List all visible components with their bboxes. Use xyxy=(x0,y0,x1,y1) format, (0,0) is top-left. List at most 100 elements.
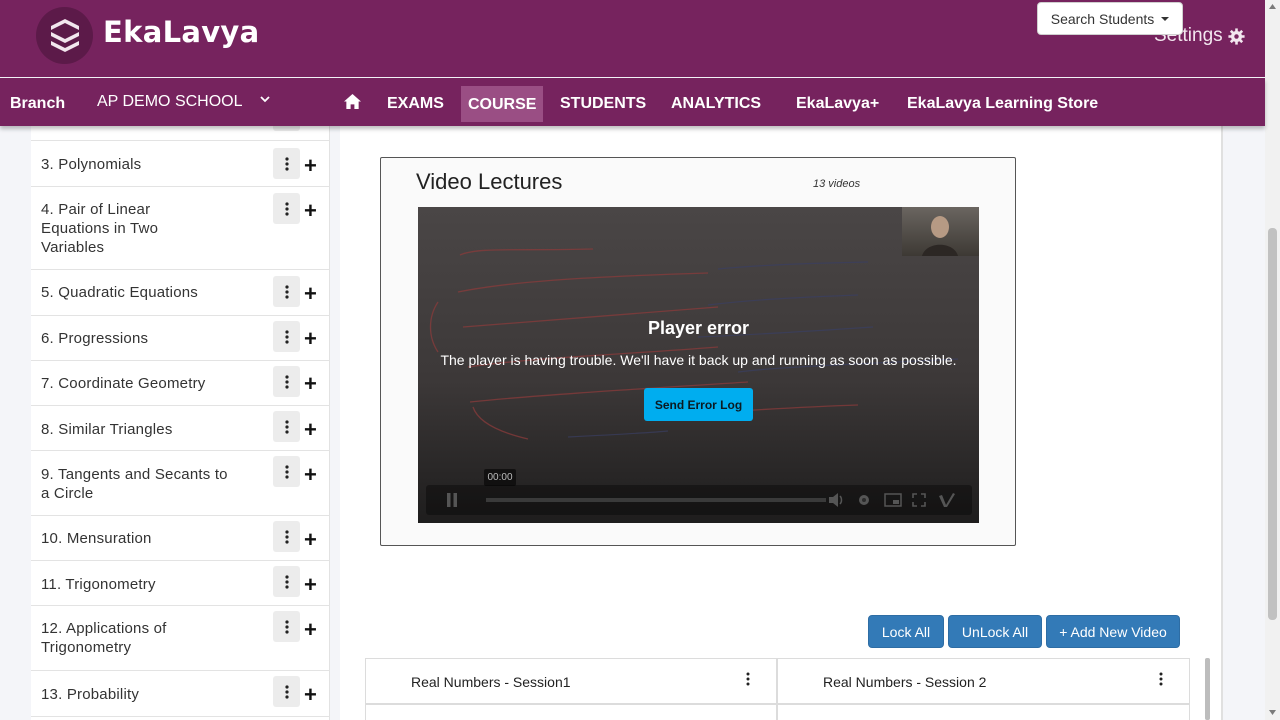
chapter-menu-button[interactable] xyxy=(273,193,300,224)
chapter-label: 11. Trigonometry xyxy=(41,576,156,593)
scroll-down-arrow-icon[interactable] xyxy=(1269,710,1276,715)
chapter-label: 5. Quadratic Equations xyxy=(41,284,198,301)
fullscreen-icon[interactable] xyxy=(912,493,926,507)
add-chapter-item-plus-icon[interactable]: + xyxy=(304,200,317,222)
top-header: EkaLavya Settings Search Students xyxy=(0,0,1265,77)
instructor-webcam-thumbnail xyxy=(902,207,979,256)
chapter-menu-button[interactable] xyxy=(273,611,300,642)
kebab-menu-icon xyxy=(284,529,289,544)
main-navbar: Branch AP DEMO SCHOOL EXAMS COURSE STUDE… xyxy=(0,78,1265,126)
progress-track[interactable] xyxy=(486,498,826,502)
chapter-row[interactable]: 11. Trigonometry + xyxy=(31,561,330,606)
chapter-label: 7. Coordinate Geometry xyxy=(41,375,206,392)
picture-in-picture-icon[interactable] xyxy=(884,493,902,507)
kebab-menu-icon xyxy=(284,684,289,699)
nav-learning-store[interactable]: EkaLavya Learning Store xyxy=(907,78,1098,126)
add-chapter-item-plus-icon[interactable]: + xyxy=(304,283,317,305)
player-controls-bar xyxy=(426,485,972,515)
player-error-title: Player error xyxy=(647,318,750,338)
lock-all-button[interactable]: Lock All xyxy=(868,615,944,648)
volume-icon[interactable] xyxy=(828,492,846,508)
chapter-row[interactable]: 5. Quadratic Equations + xyxy=(31,270,330,316)
add-chapter-item-plus-icon[interactable]: + xyxy=(304,619,317,641)
page-scrollbar[interactable] xyxy=(1265,0,1280,720)
kebab-menu-icon xyxy=(284,374,289,389)
chapter-row[interactable]: 3. Polynomials + xyxy=(31,141,330,187)
home-nav-button[interactable] xyxy=(343,93,362,113)
scrollbar-thumb[interactable] xyxy=(1268,228,1277,620)
send-error-log-button[interactable]: Send Error Log xyxy=(644,388,753,421)
add-chapter-item-plus-icon[interactable]: + xyxy=(304,684,317,706)
video-lectures-title: Video Lectures xyxy=(416,169,563,194)
nav-course[interactable]: COURSE xyxy=(461,86,544,122)
add-chapter-item-plus-icon[interactable]: + xyxy=(304,574,317,596)
nav-students[interactable]: STUDENTS xyxy=(560,78,646,126)
nav-ekalavya-plus[interactable]: EkaLavya+ xyxy=(796,78,879,126)
chapter-menu-button[interactable] xyxy=(273,276,300,307)
chapter-row[interactable]: 12. Applications of Trigonometry + xyxy=(31,606,330,671)
chapter-menu-button[interactable] xyxy=(273,148,300,179)
chapter-label: 3. Polynomials xyxy=(41,156,142,173)
nav-exams[interactable]: EXAMS xyxy=(387,78,444,126)
add-new-video-button[interactable]: + Add New Video xyxy=(1046,615,1180,648)
kebab-menu-icon xyxy=(284,201,289,216)
add-chapter-item-plus-icon[interactable]: + xyxy=(304,373,317,395)
chapter-menu-button[interactable] xyxy=(273,676,300,707)
video-count: 13 videos xyxy=(813,178,861,190)
chapter-menu-button[interactable] xyxy=(273,366,300,397)
content-divider xyxy=(1221,126,1223,720)
chapter-row[interactable]: 13. Probability + xyxy=(31,671,330,717)
settings-gear-icon[interactable] xyxy=(856,492,872,508)
video-list-scrollbar[interactable] xyxy=(1205,658,1210,720)
pause-icon[interactable] xyxy=(446,493,458,507)
chapter-row[interactable]: 10. Mensuration + xyxy=(31,516,330,561)
add-chapter-item-plus-icon[interactable]: + xyxy=(304,529,317,551)
branch-select[interactable]: AP DEMO SCHOOL xyxy=(97,78,277,126)
chapter-row[interactable]: 9. Tangents and Secants to a Circle + xyxy=(31,451,330,516)
add-chapter-item-plus-icon[interactable]: + xyxy=(304,155,317,177)
video-tile-partial[interactable] xyxy=(777,704,1190,720)
search-students-button[interactable]: Search Students xyxy=(1037,2,1183,35)
video-tile[interactable]: Real Numbers - Session1 xyxy=(365,658,777,704)
video-tile-partial[interactable] xyxy=(365,704,777,720)
chapter-label: 8. Similar Triangles xyxy=(41,421,173,438)
add-chapter-item-plus-icon[interactable]: + xyxy=(304,464,317,486)
video-tile[interactable]: Real Numbers - Session 2 xyxy=(777,658,1190,704)
add-chapter-item-plus-icon[interactable]: + xyxy=(304,419,317,441)
chapter-menu-button[interactable] xyxy=(273,321,300,352)
kebab-menu-icon xyxy=(284,284,289,299)
video-list-grid: Real Numbers - Session1 Real Numbers - S… xyxy=(365,658,1190,720)
add-chapter-item-plus-icon[interactable]: + xyxy=(304,328,317,350)
chapter-label: 12. Applications of Trigonometry xyxy=(41,620,167,656)
kebab-menu-icon[interactable] xyxy=(746,672,750,686)
chapter-sidebar: 3. Polynomials + 4. Pair of Linear Equat… xyxy=(31,106,330,720)
chapter-label: 10. Mensuration xyxy=(41,530,152,547)
logo-text: EkaLavya xyxy=(103,15,260,49)
kebab-menu-icon xyxy=(284,329,289,344)
chapter-row[interactable]: 8. Similar Triangles + xyxy=(31,406,330,451)
logo-icon[interactable] xyxy=(36,7,93,64)
kebab-menu-icon xyxy=(284,419,289,434)
kebab-menu-icon xyxy=(284,156,289,171)
nav-analytics[interactable]: ANALYTICS xyxy=(671,78,761,126)
video-title: Real Numbers - Session 2 xyxy=(823,674,987,690)
chapter-menu-button[interactable] xyxy=(273,456,300,487)
kebab-menu-icon xyxy=(284,619,289,634)
chapter-row[interactable]: 4. Pair of Linear Equations in Two Varia… xyxy=(31,187,330,270)
app-root: EkaLavya Settings Search Students Branch… xyxy=(0,0,1280,720)
kebab-menu-icon[interactable] xyxy=(1159,672,1163,686)
chapter-menu-button[interactable] xyxy=(273,411,300,442)
chapter-menu-button[interactable] xyxy=(273,521,300,552)
chapter-row[interactable]: 7. Coordinate Geometry + xyxy=(31,361,330,406)
chapter-menu-button[interactable] xyxy=(273,566,300,597)
unlock-all-button[interactable]: UnLock All xyxy=(948,615,1042,648)
video-player[interactable]: Player error The player is having troubl… xyxy=(418,207,979,523)
branch-label: Branch xyxy=(10,95,66,112)
vimeo-logo-icon[interactable] xyxy=(938,492,956,508)
chapter-row[interactable]: 6. Progressions + xyxy=(31,316,330,361)
chapter-label: 4. Pair of Linear Equations in Two Varia… xyxy=(41,201,159,256)
video-lectures-card: Video Lectures 13 videos Player error Th… xyxy=(380,157,1016,546)
chevron-down-icon xyxy=(260,96,270,103)
chapter-label: 13. Probability xyxy=(41,686,140,703)
scroll-up-arrow-icon[interactable] xyxy=(1269,4,1276,9)
